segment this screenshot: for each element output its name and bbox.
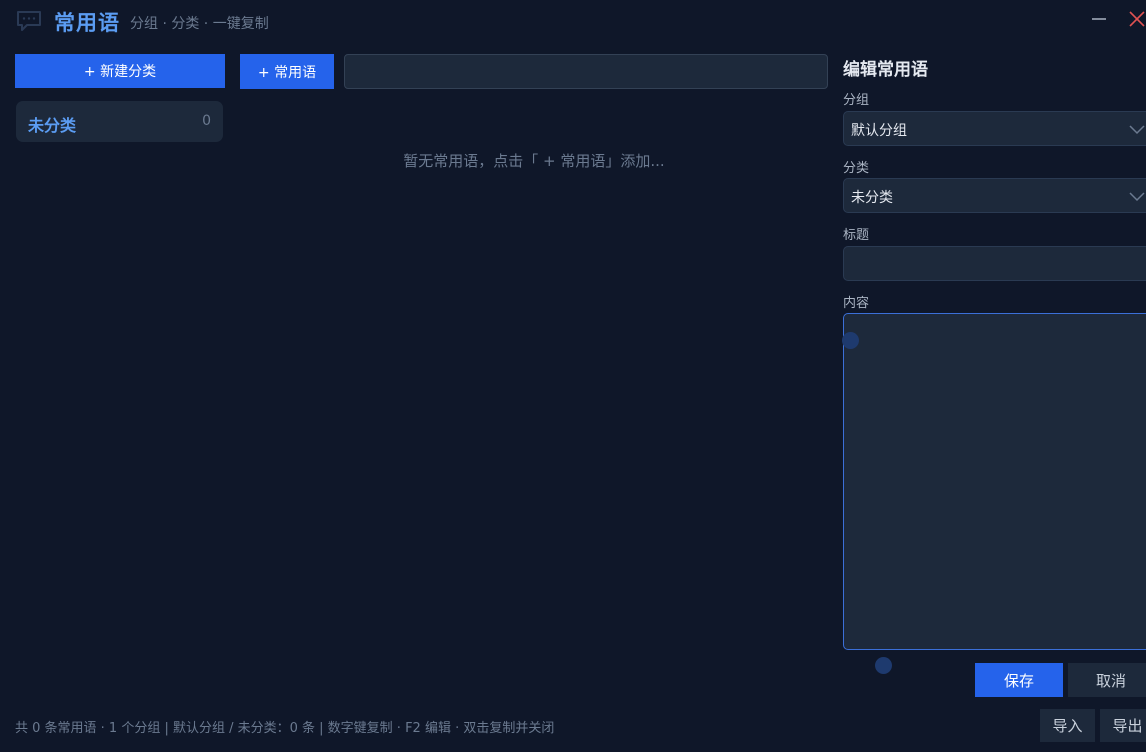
search-input[interactable]	[344, 54, 828, 89]
app-window: 常用语 分组 · 分类 · 一键复制 + 新建分类 未分类 0 + 常用语 暂无…	[0, 0, 1146, 752]
content-textarea[interactable]	[843, 313, 1146, 650]
category-item[interactable]: 未分类 0	[16, 101, 223, 142]
cancel-button[interactable]: 取消	[1068, 663, 1146, 697]
app-subtitle: 分组 · 分类 · 一键复制	[130, 16, 269, 32]
group-select[interactable]: 默认分组	[843, 111, 1146, 146]
category-select-value: 未分类	[851, 190, 893, 206]
editor-title: 编辑常用语	[843, 60, 928, 80]
save-button[interactable]: 保存	[975, 663, 1063, 697]
group-select-value: 默认分组	[851, 123, 907, 139]
empty-hint: 暂无常用语，点击「 + 常用语」添加...	[403, 152, 665, 170]
export-button[interactable]: 导出	[1100, 709, 1146, 742]
status-bar: 共 0 条常用语 · 1 个分组 | 默认分组 / 未分类：0 条 | 数字键复…	[15, 721, 555, 736]
chevron-down-icon	[1129, 125, 1145, 135]
minimize-icon[interactable]	[1088, 8, 1110, 30]
category-label: 分类	[843, 161, 870, 176]
category-name: 未分类	[28, 116, 77, 135]
chat-bubble-icon	[17, 11, 41, 31]
content-label: 内容	[843, 296, 870, 311]
app-title: 常用语	[54, 11, 120, 35]
chevron-down-icon	[1129, 192, 1145, 202]
close-icon[interactable]	[1126, 8, 1146, 30]
add-phrase-button[interactable]: + 常用语	[240, 54, 334, 89]
category-select[interactable]: 未分类	[843, 178, 1146, 213]
resize-handle-dot	[875, 657, 892, 674]
import-button[interactable]: 导入	[1040, 709, 1095, 742]
title-input[interactable]	[843, 246, 1146, 281]
new-category-button[interactable]: + 新建分类	[15, 54, 225, 88]
category-count: 0	[202, 113, 211, 129]
title-label: 标题	[843, 228, 870, 243]
title-bar: 常用语 分组 · 分类 · 一键复制	[0, 0, 1146, 44]
resize-handle-dot	[842, 332, 859, 349]
group-label: 分组	[843, 93, 870, 108]
